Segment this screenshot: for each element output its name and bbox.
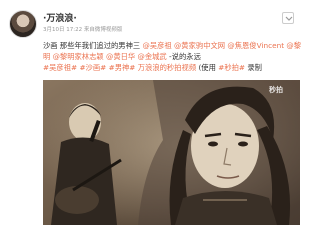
miaopai-watermark: 秒拍 — [269, 86, 283, 94]
post-text: 沙画 那些年我们追过的男神三 @吴彦祖 @黄家驹中文网 @焦恩俊Vincent … — [43, 40, 301, 73]
video-suffix-close: 录制 — [245, 63, 262, 72]
username[interactable]: ·万浪浪· — [43, 11, 77, 24]
post-text-tail: -说的永远 — [166, 52, 201, 61]
video-suffix-open: (使用 — [196, 63, 219, 72]
topic-wu-yanzu[interactable]: #吴彦祖# — [43, 63, 77, 72]
post-video-thumbnail[interactable]: 秒拍 — [43, 80, 300, 225]
post-text-intro: 沙画 那些年我们追过的男神三 — [43, 41, 143, 50]
mention-jiao-enjun[interactable]: @焦恩俊Vincent — [225, 41, 284, 50]
mention-huang-rihua[interactable]: @黄日华 — [104, 52, 135, 61]
weibo-post-card: ·万浪浪· 3月10日 17:22 来自微博视频版 沙画 那些年我们追过的男神三… — [0, 0, 307, 240]
chevron-down-icon — [285, 16, 293, 21]
mention-huang-jiaju[interactable]: @黄家驹中文网 — [172, 41, 225, 50]
post-meta: 3月10日 17:22 来自微博视频版 — [43, 27, 123, 33]
topic-sand-painting[interactable]: #沙画# #男神# — [77, 63, 135, 72]
topic-miaopai[interactable]: #秒拍# — [218, 63, 245, 72]
mention-jin-chengwu[interactable]: @金城武 — [135, 52, 167, 61]
post-options-button[interactable] — [282, 12, 294, 24]
sand-painting-image — [43, 80, 300, 225]
mention-wu[interactable]: @吴彦祖 — [143, 41, 172, 50]
user-avatar[interactable] — [9, 10, 37, 38]
video-link[interactable]: 万浪浪的秒拍视频 — [135, 63, 196, 72]
mention-lin-zhiying[interactable]: @黎明家林志颖 — [50, 52, 104, 61]
